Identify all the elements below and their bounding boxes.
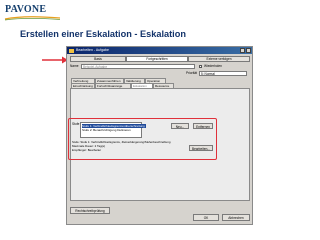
bearbeiten-button[interactable]: Bearbeiten... (189, 145, 213, 151)
tab-fortgeschritten[interactable]: Fortgeschritten (126, 56, 188, 62)
app-icon (69, 48, 74, 53)
name-label: Name (70, 64, 79, 68)
logo-swoosh-icon (4, 16, 61, 21)
info-line-empfaenger: Empfänger: Bearbeiter (72, 148, 102, 152)
tab-basis[interactable]: Basis (70, 56, 126, 62)
wiederholen-checkbox[interactable] (199, 65, 202, 68)
stufe-item-2[interactable]: Stufe 2: Benachrichtigung Delinieren (82, 128, 131, 132)
ok-button[interactable]: OK (193, 214, 219, 221)
priority-label: Priorität (186, 71, 197, 75)
dialog-titlebar[interactable]: Bearbeiten - Aufgabe (67, 47, 252, 54)
close-icon[interactable] (246, 48, 251, 53)
name-field[interactable]: Beispiel-Aufgabe (81, 64, 195, 69)
red-arrow-icon (42, 56, 68, 64)
tab-externe-verfolgen[interactable]: Externe verfolgen (188, 56, 250, 62)
page-title: Erstellen einer Eskalation - Eskalation (20, 29, 186, 39)
stufe-list[interactable]: Stufe 1: Verbindlichkeitsgrenzenüberschr… (80, 122, 146, 138)
maximize-button[interactable] (240, 48, 245, 53)
entfernen-button[interactable]: Entfernen (193, 123, 213, 129)
wiederholen-label: Wiederholen (204, 64, 222, 68)
dialog-title: Bearbeiten - Aufgabe (76, 48, 109, 52)
pavone-logo: PAVONE (4, 3, 62, 21)
logo-text: PAVONE (5, 4, 47, 15)
rechtschreibpruefung-button[interactable]: Rechtschreibprüfung (70, 207, 110, 214)
priority-select[interactable]: 5: Normal (199, 71, 247, 76)
abbrechen-button[interactable]: Abbrechen (222, 214, 250, 221)
neu-button[interactable]: Neu... (171, 123, 189, 129)
stufe-label: Stufe (72, 122, 80, 126)
